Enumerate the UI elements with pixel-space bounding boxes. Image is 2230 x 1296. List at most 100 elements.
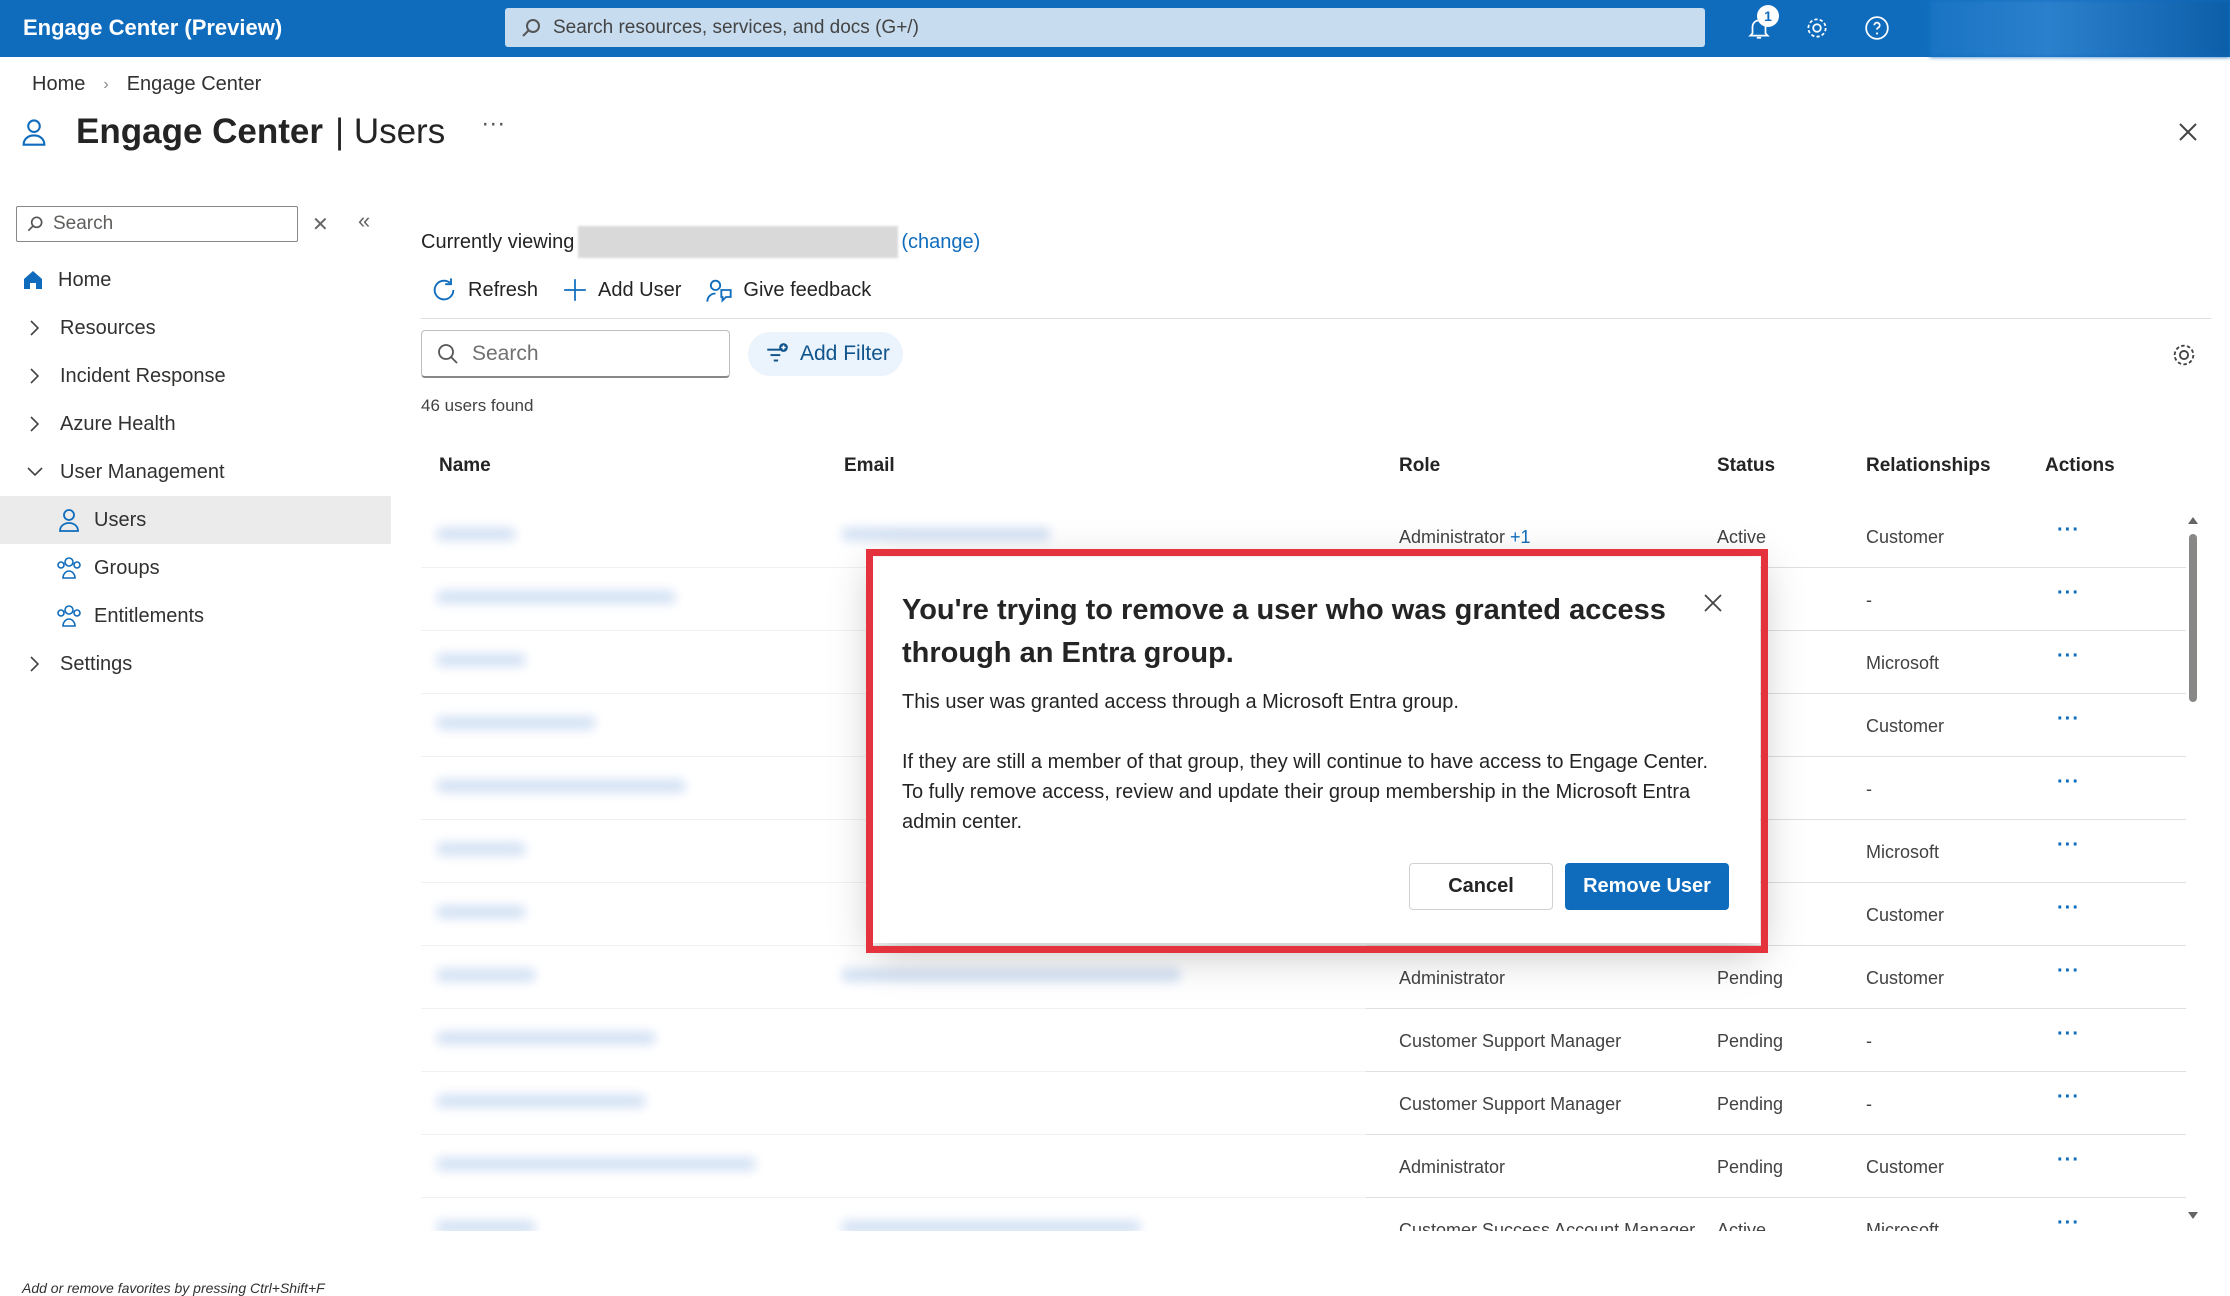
sidebar-item-home[interactable]: Home [0,256,391,304]
toolbar: Refresh Add User Give feedback [430,276,895,304]
scroll-thumb[interactable] [2189,534,2197,702]
page-subtitle: | Users [335,112,446,151]
row-actions-button[interactable]: ··· [2057,960,2080,983]
dialog-message-primary: This user was granted access through a M… [902,691,1459,713]
row-actions-button[interactable]: ··· [2057,519,2080,542]
role-cell: Customer Support Manager [1399,1031,1622,1051]
relationship-cell: - [1866,590,1872,610]
search-icon [522,18,540,37]
sidebar-item-settings[interactable]: Settings [0,640,391,688]
users-search-placeholder: Search [472,341,539,365]
chevron-down-icon [24,466,46,478]
add-user-button[interactable]: Add User [562,277,681,303]
global-search-placeholder: Search resources, services, and docs (G+… [553,16,919,38]
settings-button[interactable] [1801,12,1833,44]
collapse-sidebar-icon[interactable]: « [358,208,370,234]
col-actions: Actions [2045,455,2115,476]
role-cell: Customer Support Manager [1399,1094,1622,1114]
row-actions-button[interactable]: ··· [2057,1212,2080,1231]
sidebar-item-user-management[interactable]: User Management [0,448,391,496]
search-icon [27,216,43,232]
column-settings-icon[interactable] [2170,341,2198,369]
sidebar-item-label: Users [94,508,147,531]
breadcrumb-chevron-icon: › [103,75,109,93]
role-extra[interactable]: +1 [1510,527,1531,547]
remove-user-dialog: You're trying to remove a user who was g… [873,557,1760,943]
account-menu[interactable] [1930,0,2230,57]
sidebar-item-groups[interactable]: Groups [0,544,391,592]
row-actions-button[interactable]: ··· [2057,1086,2080,1109]
user-icon [22,119,46,146]
row-actions-button[interactable]: ··· [2057,708,2080,731]
status-cell: Pending [1717,1031,1784,1051]
sidebar-item-users[interactable]: Users [0,496,391,544]
favorites-hint: Add or remove favorites by pressing Ctrl… [22,1280,325,1296]
relationship-cell: Microsoft [1866,1220,1940,1231]
sidebar-item-label: Azure Health [60,412,176,435]
sidebar-item-entitlements[interactable]: Entitlements [0,592,391,640]
col-relationships[interactable]: Relationships [1866,455,1991,477]
chevron-right-icon [24,415,46,433]
notifications-button[interactable]: 1 [1743,5,1779,44]
row-actions-button[interactable]: ··· [2057,582,2080,605]
add-filter-button[interactable]: Add Filter [748,332,903,376]
give-feedback-label: Give feedback [743,278,872,301]
sidebar-nav: Home Resources Incident Response Azure H… [0,256,391,688]
breadcrumb-engage-center[interactable]: Engage Center [127,73,262,96]
dialog-title: You're trying to remove a user who was g… [902,594,1666,669]
relationship-cell: Customer [1866,716,1945,736]
row-actions-button[interactable]: ··· [2057,645,2080,668]
col-status[interactable]: Status [1717,455,1775,477]
refresh-button[interactable]: Refresh [430,276,538,304]
col-name[interactable]: Name [439,455,491,477]
refresh-icon [433,278,455,301]
sidebar-search-placeholder: Search [53,213,114,234]
sidebar-item-label: Resources [60,316,156,339]
row-actions-button[interactable]: ··· [2057,771,2080,794]
sidebar-item-label: Settings [60,652,133,675]
relationship-cell: Customer [1866,905,1945,925]
sidebar-item-label: Incident Response [60,364,226,387]
close-icon[interactable] [1701,591,1725,615]
status-cell: Active [1717,1220,1767,1231]
page-title: Engage Center [76,112,323,151]
scroll-up-icon[interactable] [2186,514,2200,526]
global-search-input[interactable]: Search resources, services, and docs (G+… [505,8,1705,47]
cancel-button[interactable]: Cancel [1409,863,1553,910]
app-title[interactable]: Engage Center (Preview) [23,15,282,41]
close-blade-icon[interactable] [2176,120,2200,144]
status-cell: Active [1717,527,1767,547]
help-button[interactable] [1861,12,1893,44]
scroll-down-icon[interactable] [2186,1210,2200,1222]
notification-badge: 1 [1757,5,1779,27]
col-role[interactable]: Role [1399,455,1440,477]
sidebar-search-input[interactable]: Search [16,206,298,242]
sidebar-item-label: Groups [94,556,160,579]
sidebar-item-resources[interactable]: Resources [0,304,391,352]
row-actions-button[interactable]: ··· [2057,834,2080,857]
sidebar-item-label: Entitlements [94,604,205,627]
table-scrollbar[interactable] [2186,514,2200,1222]
change-link[interactable]: (change) [901,231,980,254]
row-actions-button[interactable]: ··· [2057,897,2080,920]
chevron-right-icon [24,655,46,673]
filter-add-icon [767,343,788,362]
breadcrumb-home[interactable]: Home [32,73,85,96]
clear-search-icon[interactable]: ✕ [312,212,329,237]
group-icon [56,555,82,581]
chevron-right-icon [24,319,46,337]
give-feedback-button[interactable]: Give feedback [705,276,871,304]
col-email[interactable]: Email [844,455,895,477]
feedback-icon [706,279,733,303]
row-actions-button[interactable]: ··· [2057,1149,2080,1172]
users-search-input[interactable]: Search [421,330,730,378]
remove-user-button[interactable]: Remove User [1565,863,1729,910]
status-cell: Pending [1717,1094,1784,1114]
relationship-cell: Customer [1866,968,1945,988]
more-options-button[interactable]: ··· [481,110,505,138]
viewing-label: Currently viewing [421,230,575,253]
relationship-cell: Customer [1866,1157,1945,1177]
sidebar-item-azure-health[interactable]: Azure Health [0,400,391,448]
sidebar-item-incident-response[interactable]: Incident Response [0,352,391,400]
row-actions-button[interactable]: ··· [2057,1023,2080,1046]
